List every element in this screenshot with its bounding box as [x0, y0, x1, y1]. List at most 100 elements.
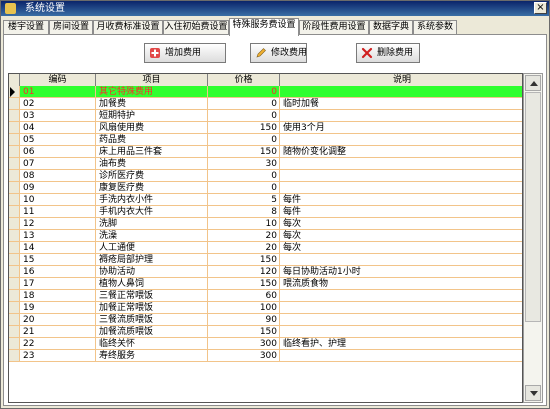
cell-note[interactable]: 喂流质食物: [280, 278, 522, 290]
table-row[interactable]: 04 风扇使用费 150 使用3个月: [9, 122, 522, 134]
row-indicator[interactable]: [9, 110, 20, 122]
row-indicator[interactable]: [9, 254, 20, 266]
row-indicator[interactable]: [9, 326, 20, 338]
cell-price[interactable]: 150: [208, 278, 280, 290]
tab-dictionary[interactable]: 数据字典: [369, 20, 413, 35]
cell-price[interactable]: 60: [208, 290, 280, 302]
cell-price[interactable]: 30: [208, 158, 280, 170]
table-row[interactable]: 21 加餐流质喂饭 150: [9, 326, 522, 338]
cell-note[interactable]: [280, 182, 522, 194]
cell-item[interactable]: 植物人鼻饲: [96, 278, 208, 290]
cell-item[interactable]: 手洗内衣小件: [96, 194, 208, 206]
cell-price[interactable]: 120: [208, 266, 280, 278]
row-indicator[interactable]: [9, 290, 20, 302]
tab-room[interactable]: 房间设置: [49, 20, 93, 35]
cell-code[interactable]: 07: [20, 158, 96, 170]
cell-item[interactable]: 三餐流质喂饭: [96, 314, 208, 326]
table-row[interactable]: 06 床上用品三件套 150 随物价变化调整: [9, 146, 522, 158]
table-row[interactable]: 05 药品费 0: [9, 134, 522, 146]
cell-price[interactable]: 150: [208, 326, 280, 338]
tab-building[interactable]: 楼宇设置: [3, 20, 49, 35]
cell-code[interactable]: 01: [20, 86, 96, 98]
table-row[interactable]: 22 临终关怀 300 临终看护、护理: [9, 338, 522, 350]
table-row[interactable]: 19 加餐正常喂饭 100: [9, 302, 522, 314]
cell-price[interactable]: 0: [208, 86, 280, 98]
table-row[interactable]: 20 三餐流质喂饭 90: [9, 314, 522, 326]
cell-code[interactable]: 04: [20, 122, 96, 134]
cell-item[interactable]: 风扇使用费: [96, 122, 208, 134]
cell-price[interactable]: 0: [208, 170, 280, 182]
cell-price[interactable]: 150: [208, 146, 280, 158]
cell-code[interactable]: 23: [20, 350, 96, 362]
cell-note[interactable]: [280, 254, 522, 266]
cell-price[interactable]: 90: [208, 314, 280, 326]
row-indicator[interactable]: [9, 158, 20, 170]
table-row[interactable]: 11 手机内衣大件 8 每件: [9, 206, 522, 218]
edit-fee-button[interactable]: 修改费用: [250, 43, 307, 63]
cell-item[interactable]: 寿终服务: [96, 350, 208, 362]
cell-note[interactable]: [280, 170, 522, 182]
table-row[interactable]: 08 诊所医疗费 0: [9, 170, 522, 182]
table-row[interactable]: 09 康复医疗费 0: [9, 182, 522, 194]
table-row[interactable]: 23 寿终服务 300: [9, 350, 522, 362]
cell-code[interactable]: 08: [20, 170, 96, 182]
cell-code[interactable]: 22: [20, 338, 96, 350]
row-indicator[interactable]: [9, 170, 20, 182]
vertical-scrollbar[interactable]: [523, 73, 543, 403]
cell-price[interactable]: 150: [208, 254, 280, 266]
cell-code[interactable]: 15: [20, 254, 96, 266]
table-row[interactable]: 17 植物人鼻饲 150 喂流质食物: [9, 278, 522, 290]
table-row[interactable]: 10 手洗内衣小件 5 每件: [9, 194, 522, 206]
cell-item[interactable]: 洗脚: [96, 218, 208, 230]
cell-note[interactable]: 临时加餐: [280, 98, 522, 110]
cell-code[interactable]: 16: [20, 266, 96, 278]
scroll-thumb[interactable]: [525, 92, 541, 322]
cell-code[interactable]: 05: [20, 134, 96, 146]
row-indicator[interactable]: [9, 206, 20, 218]
cell-price[interactable]: 20: [208, 230, 280, 242]
row-indicator[interactable]: [9, 134, 20, 146]
cell-note[interactable]: 随物价变化调整: [280, 146, 522, 158]
cell-note[interactable]: 每次: [280, 218, 522, 230]
cell-code[interactable]: 03: [20, 110, 96, 122]
cell-price[interactable]: 300: [208, 338, 280, 350]
row-indicator[interactable]: [9, 86, 20, 98]
cell-item[interactable]: 人工通便: [96, 242, 208, 254]
add-fee-button[interactable]: 增加费用: [144, 43, 226, 63]
cell-item[interactable]: 油布费: [96, 158, 208, 170]
scroll-up-button[interactable]: [525, 75, 541, 91]
cell-code[interactable]: 11: [20, 206, 96, 218]
cell-code[interactable]: 18: [20, 290, 96, 302]
cell-price[interactable]: 300: [208, 350, 280, 362]
cell-note[interactable]: 每次: [280, 230, 522, 242]
table-row[interactable]: 14 人工通便 20 每次: [9, 242, 522, 254]
cell-note[interactable]: [280, 86, 522, 98]
cell-note[interactable]: 每件: [280, 206, 522, 218]
cell-note[interactable]: [280, 302, 522, 314]
cell-note[interactable]: 每件: [280, 194, 522, 206]
cell-item[interactable]: 短期特护: [96, 110, 208, 122]
cell-price[interactable]: 100: [208, 302, 280, 314]
row-indicator[interactable]: [9, 350, 20, 362]
tab-system-params[interactable]: 系统参数: [413, 20, 457, 35]
cell-note[interactable]: 使用3个月: [280, 122, 522, 134]
cell-item[interactable]: 加餐费: [96, 98, 208, 110]
column-header-item[interactable]: 项目: [96, 74, 208, 86]
table-row[interactable]: 13 洗澡 20 每次: [9, 230, 522, 242]
row-indicator[interactable]: [9, 242, 20, 254]
cell-code[interactable]: 06: [20, 146, 96, 158]
table-row[interactable]: 18 三餐正常喂饭 60: [9, 290, 522, 302]
cell-code[interactable]: 12: [20, 218, 96, 230]
cell-item[interactable]: 协助活动: [96, 266, 208, 278]
cell-price[interactable]: 150: [208, 122, 280, 134]
cell-code[interactable]: 21: [20, 326, 96, 338]
table-row[interactable]: 15 褥疮局部护理 150: [9, 254, 522, 266]
cell-price[interactable]: 0: [208, 98, 280, 110]
cell-note[interactable]: [280, 326, 522, 338]
row-indicator[interactable]: [9, 122, 20, 134]
tab-stage-fee[interactable]: 阶段性费用设置: [299, 20, 369, 35]
cell-code[interactable]: 02: [20, 98, 96, 110]
cell-code[interactable]: 20: [20, 314, 96, 326]
table-row[interactable]: 12 洗脚 10 每次: [9, 218, 522, 230]
row-indicator[interactable]: [9, 266, 20, 278]
